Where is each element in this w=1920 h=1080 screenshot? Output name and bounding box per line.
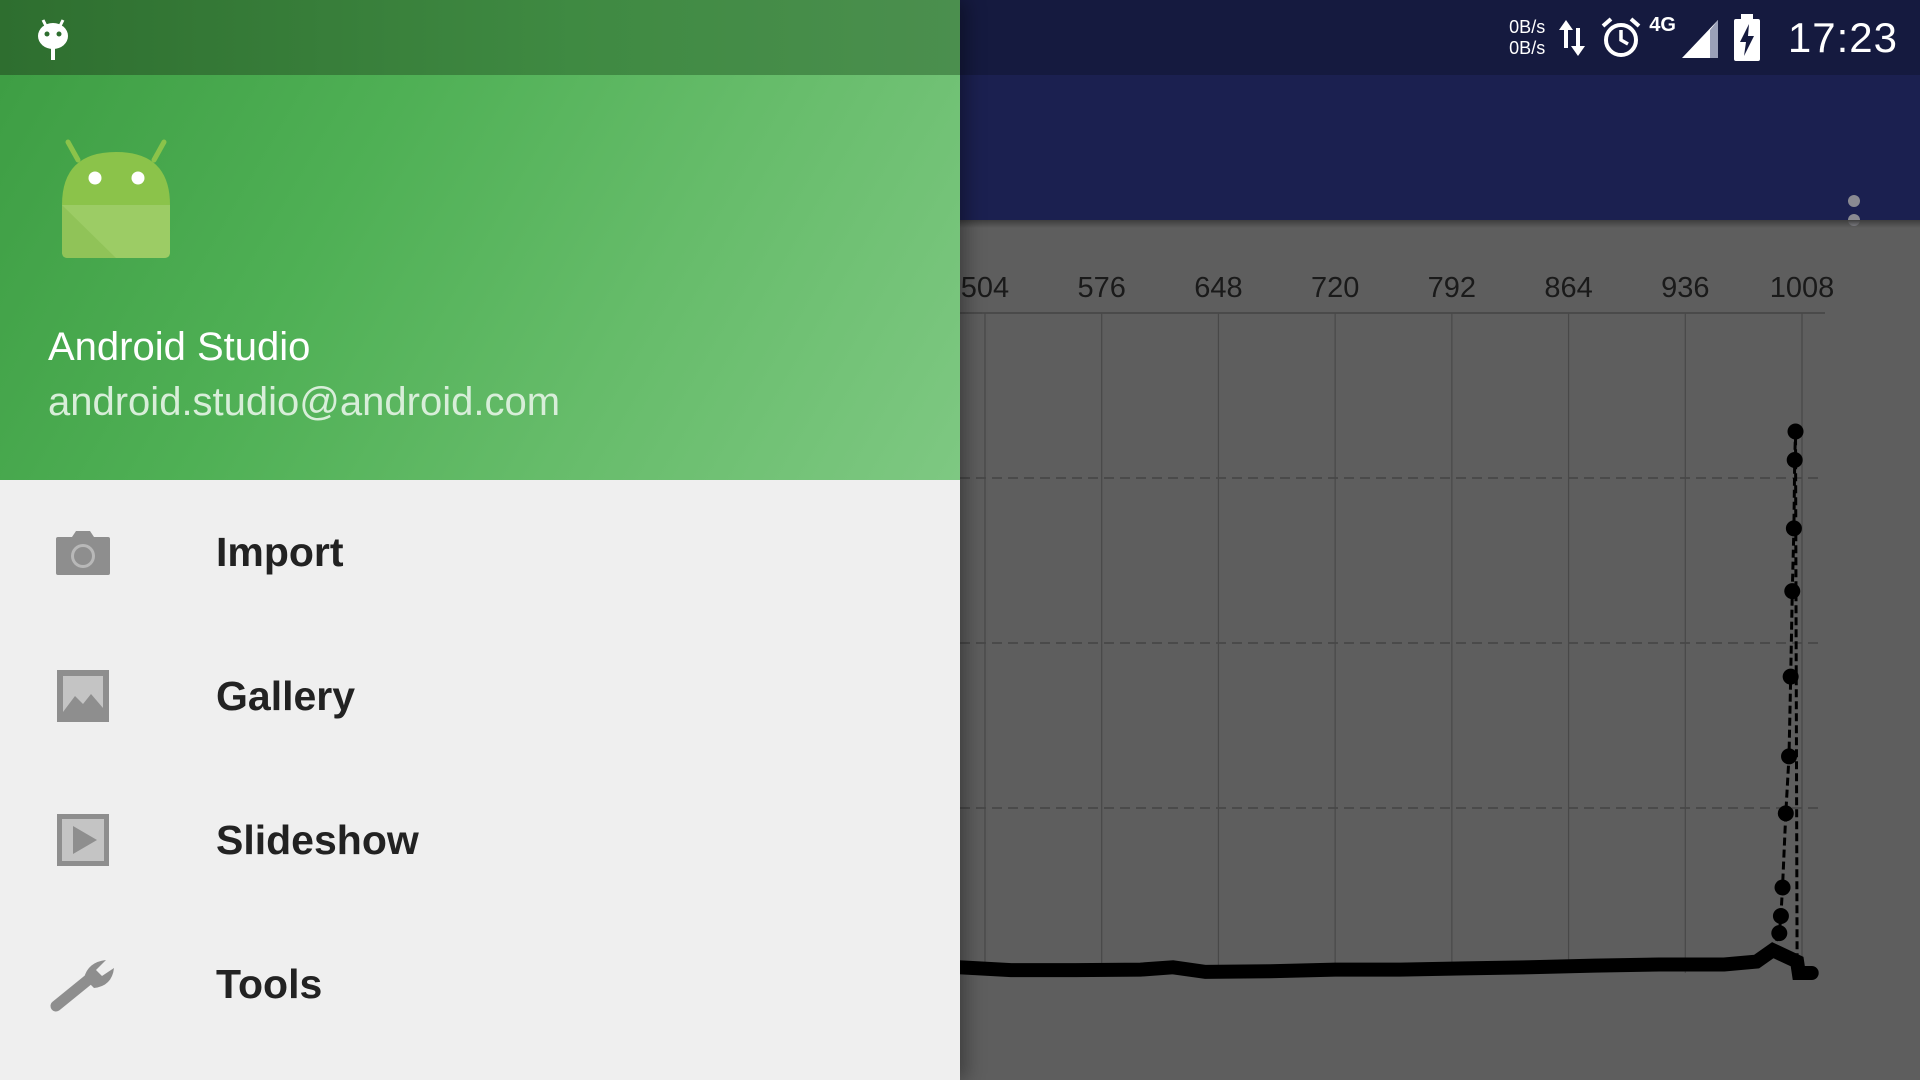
menu-item-import[interactable]: Import <box>0 480 960 624</box>
chart-data-point <box>1786 452 1803 468</box>
chart-series <box>952 423 1819 980</box>
notification-android-icon <box>34 14 72 67</box>
chart-x-tick-label: 720 <box>1311 272 1359 304</box>
alarm-icon <box>1599 16 1643 60</box>
chart-data-point <box>1785 520 1802 537</box>
chart-data-point <box>1781 748 1798 765</box>
chart-data-point <box>1777 805 1794 822</box>
chart-x-tick-label: 648 <box>1194 272 1242 304</box>
status-bar-icons: 0B/s 0B/s 4G 17:23 <box>1509 8 1898 68</box>
account-email: android.studio@android.com <box>48 380 561 424</box>
menu-item-slideshow[interactable]: Slideshow <box>0 768 960 912</box>
clock: 17:23 <box>1787 14 1898 61</box>
chart-data-point <box>1784 583 1801 600</box>
menu-item-label: Slideshow <box>216 816 419 863</box>
drawer-header[interactable]: Android Studio android.studio@android.co… <box>0 75 960 480</box>
network-type: 4G <box>1649 14 1676 36</box>
net-up-speed: 0B/s <box>1509 17 1546 37</box>
chart-data-point <box>1787 423 1804 440</box>
screen: 504 576 648 720 792 864 936 1008 0B/s 0B/s 4G <box>0 0 1920 1080</box>
chart-data-point <box>1771 925 1788 942</box>
account-name: Android Studio <box>48 325 311 369</box>
menu-item-tools[interactable]: Tools <box>0 912 960 1056</box>
chart-data-point <box>1782 668 1799 685</box>
battery-charging-icon <box>1732 14 1762 62</box>
camera-icon <box>50 519 116 585</box>
chart-data-point <box>1772 908 1789 924</box>
menu-item-label: Gallery <box>216 672 356 719</box>
chart-x-tick-label: 792 <box>1428 272 1476 304</box>
chart-x-ticks: 504 576 648 720 792 864 936 1008 <box>961 272 1834 304</box>
drawer-status-bar <box>0 0 960 75</box>
chart-x-tick-label: 504 <box>961 272 1009 304</box>
chart-x-tick-label: 1008 <box>1770 272 1835 304</box>
gallery-icon <box>50 663 116 729</box>
navigation-drawer: Android Studio android.studio@android.co… <box>0 0 960 1080</box>
chart-series-baseline <box>952 942 1819 980</box>
network-speed: 0B/s 0B/s <box>1509 17 1545 59</box>
drawer-menu: Import Gallery Slideshow Tools <box>0 480 960 1056</box>
signal-icon <box>1680 16 1720 60</box>
chart-x-tick-label: 576 <box>1078 272 1126 304</box>
chart-grid <box>960 312 1825 973</box>
menu-item-gallery[interactable]: Gallery <box>0 624 960 768</box>
wrench-icon <box>50 951 116 1017</box>
chart-series-line <box>959 431 1812 975</box>
net-down-speed: 0B/s <box>1509 38 1546 58</box>
data-transfer-icon <box>1557 16 1587 60</box>
chart-x-tick-label: 864 <box>1544 272 1592 304</box>
chart-data-point <box>1774 879 1791 896</box>
menu-item-label: Import <box>216 528 344 575</box>
slideshow-icon <box>50 807 116 873</box>
chart-x-tick-label: 936 <box>1661 272 1709 304</box>
android-logo-icon <box>56 130 186 265</box>
menu-item-label: Tools <box>216 960 323 1007</box>
